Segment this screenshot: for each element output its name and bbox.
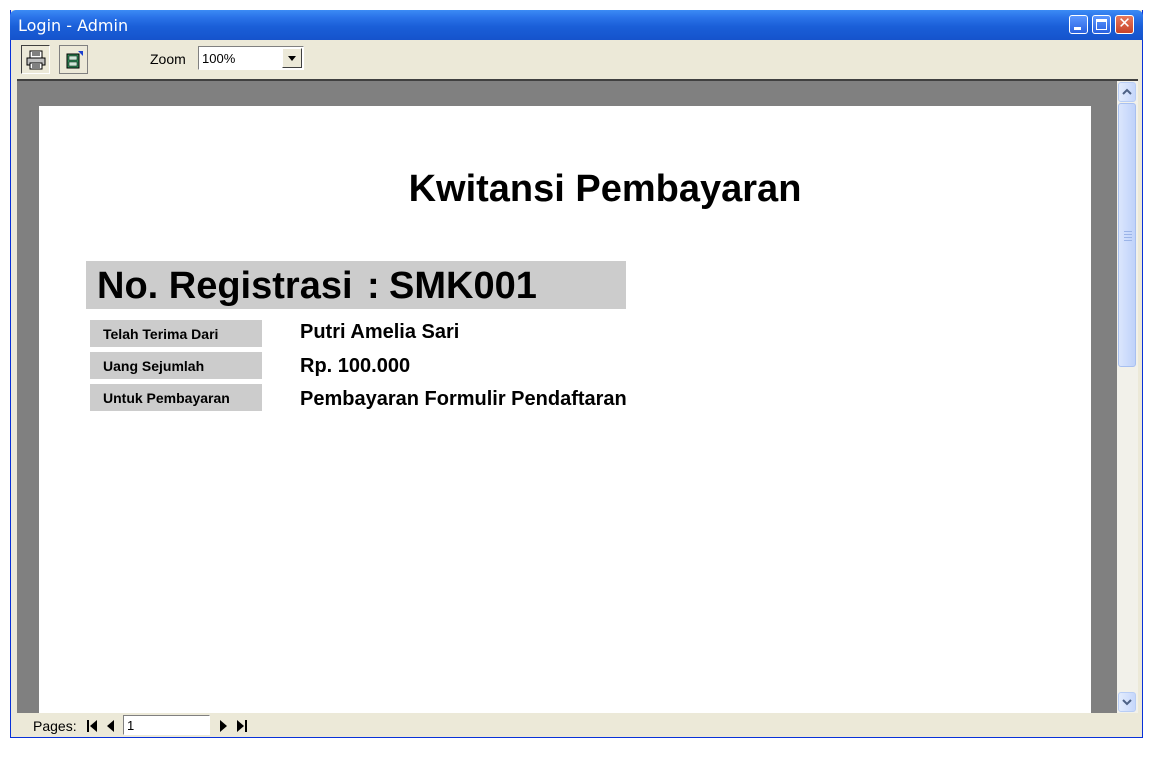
zoom-select[interactable]: 100% [198, 46, 304, 70]
minimize-icon [1074, 27, 1081, 30]
last-page-icon [237, 720, 247, 732]
scroll-down-button[interactable] [1118, 692, 1136, 712]
maximize-button[interactable] [1092, 15, 1111, 34]
previous-page-icon [107, 720, 114, 732]
toolbar: Zoom 100% [15, 40, 1140, 78]
pages-label: Pages: [33, 718, 77, 734]
report-viewer-window: Login - Admin ✕ Zoom 100% Pages: 1 [10, 10, 1143, 738]
export-icon [66, 51, 83, 69]
report-preview-area[interactable] [17, 79, 1117, 726]
first-page-button[interactable] [83, 716, 101, 735]
zoom-value: 100% [202, 51, 236, 66]
status-bar: Pages: 1 [15, 713, 1140, 737]
close-button[interactable]: ✕ [1115, 15, 1134, 34]
chevron-down-icon[interactable] [282, 48, 302, 68]
zoom-label: Zoom [150, 51, 186, 67]
export-button[interactable] [59, 45, 88, 74]
grip-icon [1124, 231, 1132, 241]
first-page-icon [87, 720, 97, 732]
scroll-up-button[interactable] [1118, 82, 1136, 102]
next-page-icon [220, 720, 227, 732]
last-page-button[interactable] [233, 716, 251, 735]
close-icon: ✕ [1118, 14, 1131, 32]
previous-page-button[interactable] [102, 716, 120, 735]
maximize-icon [1096, 19, 1107, 30]
page-number-value: 1 [127, 718, 135, 733]
print-button[interactable] [21, 45, 50, 74]
vertical-scrollbar[interactable] [1117, 79, 1138, 713]
window-title: Login - Admin [18, 16, 129, 35]
chevron-down-icon [1122, 699, 1132, 706]
report-page [39, 106, 1091, 726]
chevron-up-icon [1122, 88, 1132, 95]
printer-icon [26, 50, 46, 70]
title-bar[interactable]: Login - Admin ✕ [10, 10, 1143, 40]
page-number-input[interactable]: 1 [123, 715, 210, 735]
minimize-button[interactable] [1069, 15, 1088, 34]
next-page-button[interactable] [214, 716, 232, 735]
scroll-thumb[interactable] [1118, 103, 1136, 367]
